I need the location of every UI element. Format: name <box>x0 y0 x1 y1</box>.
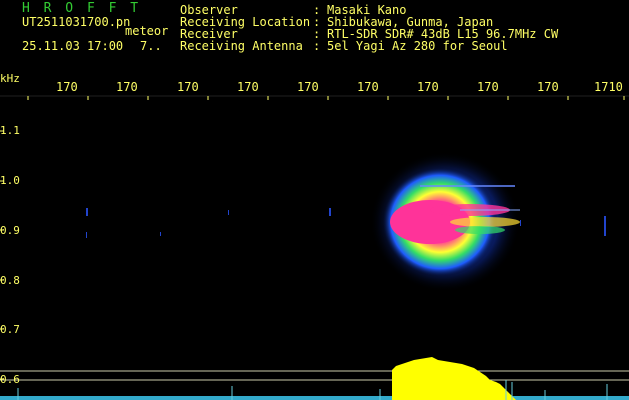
noise-streaks <box>86 208 606 238</box>
y-tick-label: 0.6 <box>0 373 20 386</box>
y-tick-label: 1.0 <box>0 174 20 187</box>
type-label: meteor <box>125 24 169 38</box>
field-value-antenna: 5el Yagi Az 280 for Seoul <box>327 39 508 53</box>
x-tick-label: 170 <box>237 80 259 94</box>
y-axis-unit: kHz <box>0 72 20 85</box>
x-tick-label: 170 <box>357 80 379 94</box>
field-label-antenna: Receiving Antenna <box>180 39 303 53</box>
amplitude-baseline <box>0 396 629 400</box>
x-tick-label: 170 <box>116 80 138 94</box>
index-label: 7.. <box>140 39 162 53</box>
x-tick-label: 170 <box>56 80 78 94</box>
x-tick-marks <box>27 96 625 100</box>
meteor-echo <box>370 152 520 292</box>
x-tick-label: 1710 <box>594 80 623 94</box>
field-sep: : <box>313 39 321 53</box>
y-tick-label: 1.1 <box>0 124 20 137</box>
x-tick-label: 170 <box>297 80 319 94</box>
datetime: 25.11.03 17:00 <box>22 39 124 53</box>
y-tick-label: 0.7 <box>0 323 20 336</box>
y-tick-marks <box>0 130 4 380</box>
x-tick-label: 170 <box>177 80 199 94</box>
app-brand: H R O F F T <box>22 1 142 16</box>
x-tick-label: 170 <box>537 80 559 94</box>
y-tick-label: 0.9 <box>0 224 20 237</box>
spectrogram-plot <box>0 95 629 400</box>
x-tick-label: 170 <box>477 80 499 94</box>
y-tick-label: 0.8 <box>0 274 20 287</box>
x-tick-label: 170 <box>417 80 439 94</box>
filename: UT2511031700.pn <box>22 15 131 29</box>
amplitude-trace <box>392 357 516 400</box>
